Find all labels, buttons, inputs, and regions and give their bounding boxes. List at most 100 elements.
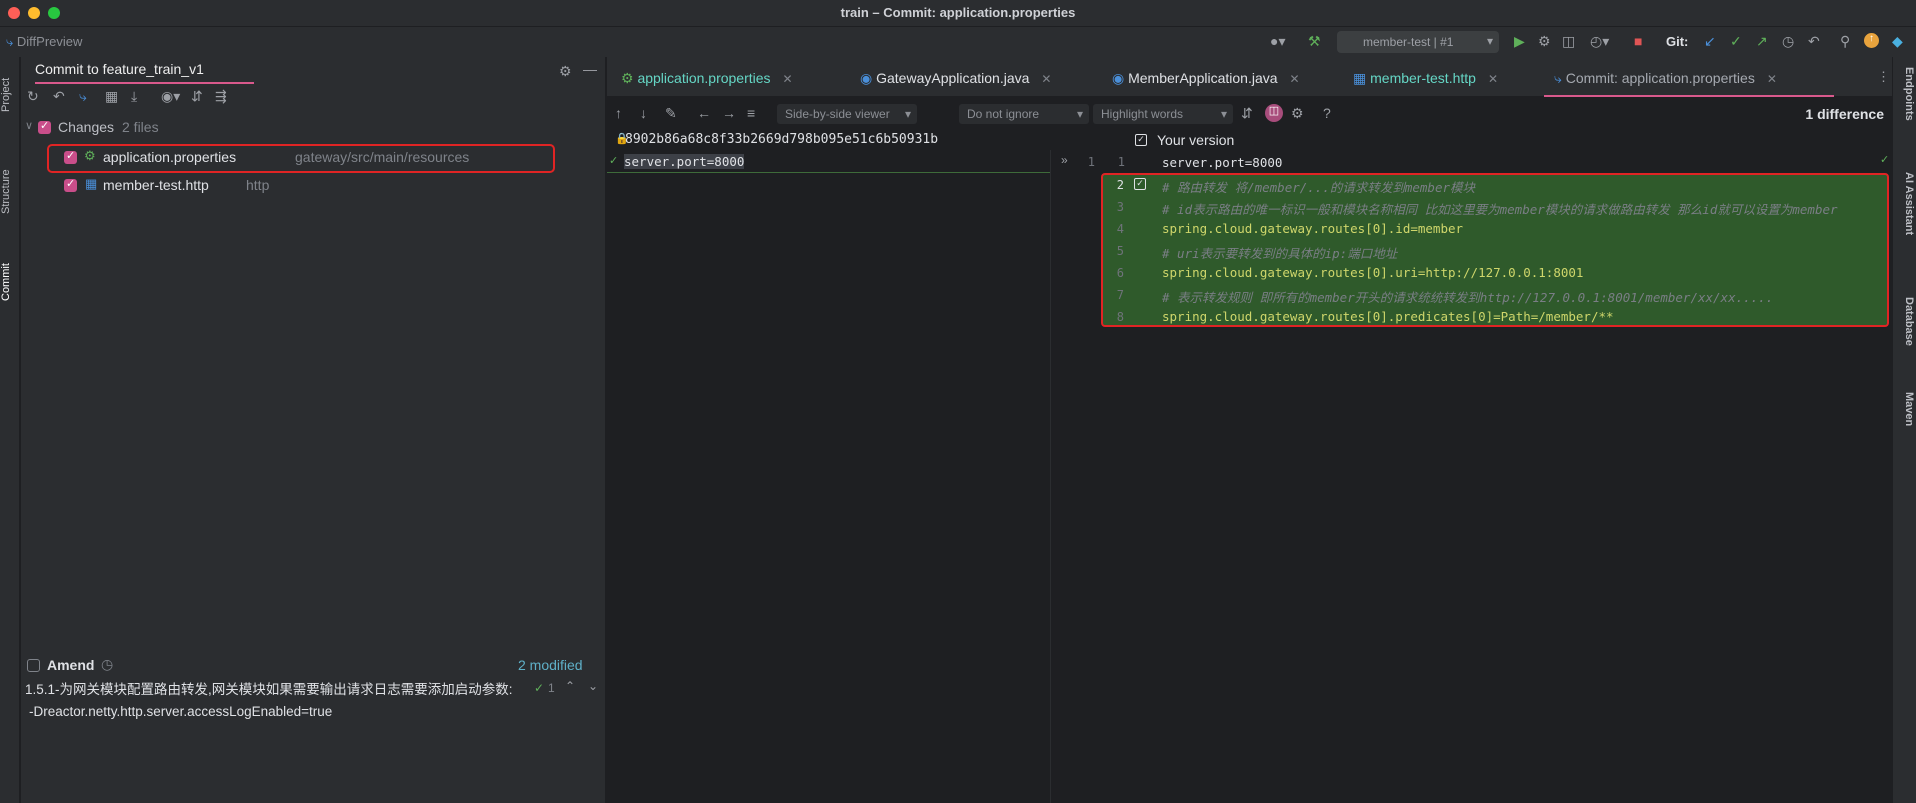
file-row-member-test-http[interactable]: ▦ member-test.http http bbox=[21, 174, 606, 196]
commit-tab-title[interactable]: Commit to feature_train_v1 bbox=[35, 61, 254, 84]
refresh-icon[interactable]: ↻ bbox=[27, 88, 39, 105]
chevron-down-icon: ▾ bbox=[1076, 107, 1083, 121]
http-file-icon: ▦ bbox=[1353, 70, 1367, 86]
tab-member-test-http[interactable]: ▦ member-test.http ✕ bbox=[1353, 57, 1498, 97]
tab-endpoints[interactable]: Endpoints bbox=[1895, 67, 1915, 121]
diff-separator bbox=[607, 172, 1050, 173]
minimize-panel-icon[interactable]: — bbox=[583, 61, 597, 77]
tab-commit[interactable]: Commit bbox=[0, 252, 20, 312]
left-editor[interactable]: ✓ server.port=8000 bbox=[607, 150, 1050, 803]
close-icon[interactable]: ✕ bbox=[1290, 72, 1300, 86]
download-icon[interactable]: ⤓ bbox=[131, 88, 137, 105]
list-icon[interactable]: ≡ bbox=[747, 105, 755, 121]
difference-count: 1 difference bbox=[1805, 106, 1884, 122]
run-config-select[interactable]: member-test | #1 ▾ bbox=[1337, 31, 1499, 53]
search-icon[interactable]: ⚲ bbox=[1840, 33, 1850, 50]
forward-icon[interactable]: → bbox=[722, 105, 736, 121]
git-update-icon[interactable]: ↙ bbox=[1704, 33, 1716, 50]
apply-change-icon[interactable]: » bbox=[1061, 153, 1068, 167]
collapse-all-icon[interactable]: ⇶ bbox=[215, 88, 227, 105]
diff-preview-label[interactable]: ⤷ DiffPreview bbox=[6, 34, 82, 50]
chevron-down-icon: ▾ bbox=[1220, 107, 1227, 121]
run-icon[interactable]: ▶ bbox=[1514, 33, 1525, 50]
changes-checkbox[interactable] bbox=[38, 119, 51, 134]
diff-header: 🔒 8902b86a68c8f33b2669d798b095e51c6b5093… bbox=[607, 130, 1892, 150]
tab-maven[interactable]: Maven bbox=[1895, 392, 1915, 426]
chevron-down-icon[interactable]: ⌄ bbox=[588, 679, 598, 693]
commit-message-input[interactable]: 1.5.1-为网关模块配置路由转发,网关模块如果需要输出请求日志需要添加启动参数… bbox=[25, 679, 585, 723]
modified-count[interactable]: 2 modified bbox=[518, 657, 583, 673]
back-icon[interactable]: ← bbox=[697, 105, 711, 121]
viewer-select[interactable]: Side-by-side viewer ▾ bbox=[777, 104, 917, 124]
rollback-icon[interactable]: ↶ bbox=[53, 88, 65, 105]
tab-ai-assistant[interactable]: AI Assistant bbox=[1895, 172, 1915, 235]
window-title: train – Commit: application.properties bbox=[840, 5, 1076, 20]
amend-checkbox[interactable] bbox=[27, 659, 40, 672]
file-checkbox[interactable] bbox=[64, 177, 77, 192]
tab-project[interactable]: Project bbox=[0, 65, 20, 125]
git-push-icon[interactable]: ↗ bbox=[1756, 33, 1768, 50]
profile-icon[interactable]: ◴▾ bbox=[1590, 33, 1609, 50]
java-file-icon: ◉ bbox=[1112, 70, 1125, 86]
edit-icon[interactable]: ✎ bbox=[665, 105, 677, 122]
stop-icon[interactable]: ■ bbox=[1634, 33, 1642, 49]
coverage-icon[interactable]: ◫ bbox=[1562, 33, 1575, 50]
tab-structure[interactable]: Structure bbox=[0, 152, 20, 232]
clock-icon[interactable]: ◷ bbox=[101, 656, 113, 673]
highlight-box bbox=[47, 144, 555, 173]
settings-gear-icon[interactable]: ⚙ bbox=[559, 63, 572, 80]
git-commit-icon[interactable]: ✓ bbox=[1730, 33, 1742, 50]
file-path: http bbox=[246, 177, 270, 193]
chevron-down-icon: ▾ bbox=[1486, 34, 1493, 48]
history-icon[interactable]: ◷ bbox=[1782, 33, 1794, 50]
git-label: Git: bbox=[1666, 34, 1689, 49]
chevron-down-icon[interactable]: ∨ bbox=[25, 119, 33, 132]
check-icon: ✓ bbox=[1880, 154, 1890, 166]
settings-gear-icon[interactable]: ⚙ bbox=[1291, 105, 1304, 122]
expand-all-icon[interactable]: ⇵ bbox=[191, 88, 203, 105]
tab-gateway-application[interactable]: ◉ GatewayApplication.java ✕ bbox=[860, 57, 1051, 97]
prev-diff-icon[interactable]: ↑ bbox=[615, 105, 622, 121]
user-icon[interactable]: ●▾ bbox=[1270, 33, 1285, 50]
code-line: server.port=8000 bbox=[624, 154, 745, 169]
view-options-icon[interactable]: ◉▾ bbox=[161, 88, 180, 105]
left-revision: 8902b86a68c8f33b2669d798b095e51c6b50931b bbox=[625, 132, 939, 147]
amend-row: Amend ◷ 2 modified bbox=[21, 655, 606, 675]
next-diff-icon[interactable]: ↓ bbox=[640, 105, 647, 121]
amend-label[interactable]: Amend bbox=[47, 657, 94, 673]
close-icon[interactable]: ✕ bbox=[1488, 72, 1498, 86]
right-version-checkbox[interactable]: ✓ bbox=[1135, 134, 1147, 146]
changes-group-row[interactable]: ∨ Changes 2 files bbox=[21, 117, 606, 137]
http-file-icon: ▦ bbox=[85, 176, 98, 191]
close-icon[interactable]: ✕ bbox=[1041, 72, 1051, 86]
plugin-icon[interactable]: ◆ bbox=[1892, 33, 1903, 50]
help-icon[interactable]: ? bbox=[1323, 105, 1331, 121]
more-options-icon[interactable]: ⋮ bbox=[1877, 69, 1890, 85]
check-count: 1 bbox=[548, 681, 555, 695]
rollback-icon[interactable]: ↶ bbox=[1808, 33, 1820, 50]
editor-tabs-bar: ⚙ application.properties ✕ ◉ GatewayAppli… bbox=[607, 57, 1892, 97]
collapse-unchanged-icon[interactable]: ⇵ bbox=[1241, 105, 1253, 122]
properties-file-icon: ⚙ bbox=[621, 70, 634, 86]
show-diff-icon[interactable]: ⤷ bbox=[79, 88, 87, 105]
build-hammer-icon[interactable]: ⚒ bbox=[1308, 33, 1321, 50]
update-icon[interactable]: ↑ bbox=[1864, 33, 1879, 48]
tab-database[interactable]: Database bbox=[1895, 297, 1915, 346]
debug-icon[interactable]: ⚙ bbox=[1538, 33, 1551, 50]
left-tool-strip: Project Structure Commit bbox=[0, 57, 20, 803]
changes-count: 2 files bbox=[122, 119, 159, 135]
chevron-up-icon[interactable]: ⌃ bbox=[565, 679, 575, 693]
shelve-icon[interactable]: ▦ bbox=[105, 88, 118, 105]
check-icon: ✓ bbox=[609, 155, 619, 167]
ignore-select[interactable]: Do not ignore ▾ bbox=[959, 104, 1089, 124]
title-bar: train – Commit: application.properties bbox=[0, 0, 1916, 27]
highlight-box bbox=[1101, 173, 1889, 327]
close-icon[interactable]: ✕ bbox=[783, 72, 793, 86]
sync-scroll-icon[interactable]: ◫ bbox=[1265, 104, 1283, 122]
close-icon[interactable]: ✕ bbox=[1767, 72, 1777, 86]
tab-application-properties[interactable]: ⚙ application.properties ✕ bbox=[621, 57, 793, 97]
check-icon[interactable]: ✓ bbox=[534, 681, 544, 695]
highlight-select[interactable]: Highlight words ▾ bbox=[1093, 104, 1233, 124]
tab-member-application[interactable]: ◉ MemberApplication.java ✕ bbox=[1112, 57, 1300, 97]
tab-commit-diff[interactable]: ⤷ Commit: application.properties ✕ bbox=[1544, 57, 1834, 97]
